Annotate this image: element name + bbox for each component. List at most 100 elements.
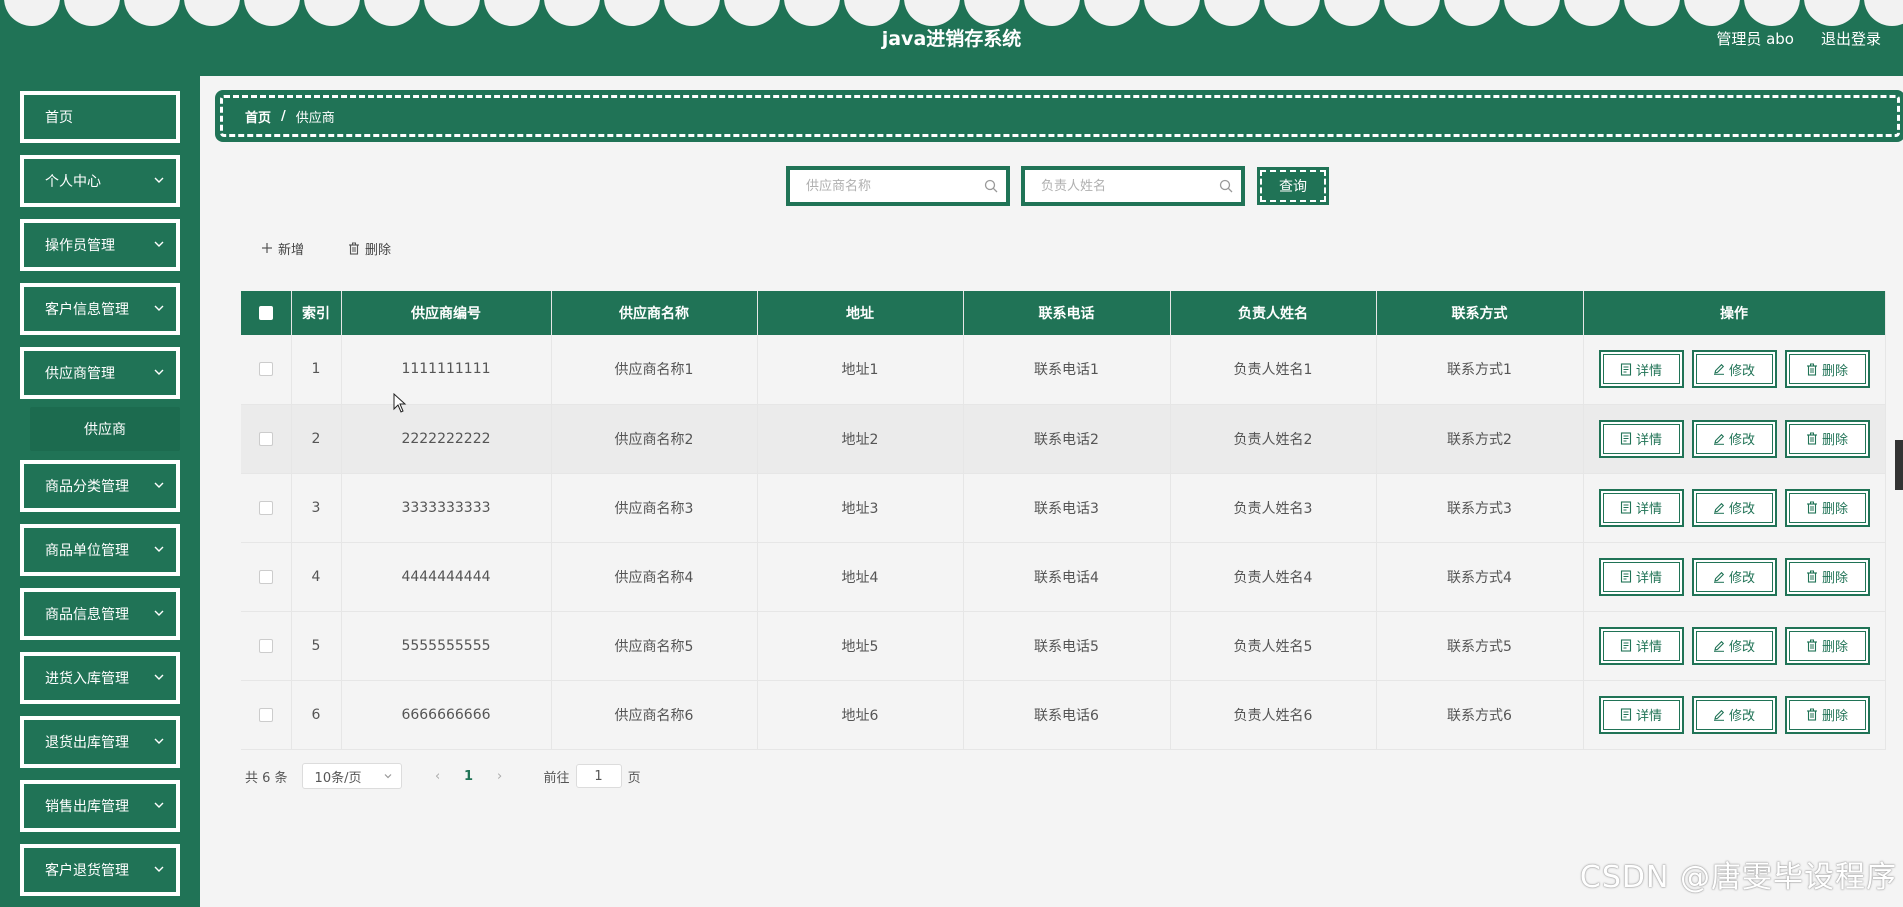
sidebar-item-customer-return[interactable]: 客户退货管理 — [20, 844, 180, 896]
edit-button-label: 修改 — [1728, 433, 1755, 448]
app-title: java进销存系统 — [881, 28, 1022, 50]
goto-page-input[interactable] — [575, 764, 622, 788]
cell-phone: 联系电话6 — [963, 680, 1171, 750]
column-header: 索引 — [291, 291, 342, 335]
detail-button[interactable]: 详情 — [1598, 695, 1684, 734]
chevron-down-icon — [154, 866, 164, 872]
plus-icon — [262, 243, 272, 253]
delete-button-label: 删除 — [1821, 571, 1848, 586]
cell-name: 供应商名称2 — [551, 404, 758, 474]
delete-button[interactable]: 删除 — [1784, 488, 1870, 527]
delete-button[interactable]: 删除 — [1784, 695, 1870, 734]
supplier-name-input[interactable] — [790, 170, 1006, 202]
scallop-shape — [1384, 0, 1440, 26]
sidebar-item-sales-out[interactable]: 销售出库管理 — [20, 780, 180, 832]
sidebar-item-home[interactable]: 首页 — [20, 91, 180, 143]
document-icon — [1620, 570, 1632, 583]
edit-button[interactable]: 修改 — [1691, 419, 1777, 458]
row-checkbox[interactable] — [258, 638, 273, 653]
column-header: 联系电话 — [963, 291, 1171, 335]
pagination-total: 共 6 条 — [245, 770, 288, 786]
sidebar-item-label: 操作员管理 — [45, 238, 115, 254]
row-checkbox[interactable] — [258, 431, 273, 446]
sidebar-item-product-info[interactable]: 商品信息管理 — [20, 588, 180, 640]
edit-button[interactable]: 修改 — [1691, 557, 1777, 596]
document-icon — [1620, 363, 1632, 376]
row-select-cell — [241, 680, 292, 750]
prev-page-button[interactable]: ‹ — [428, 769, 448, 784]
pencil-icon — [1713, 571, 1725, 583]
delete-button[interactable]: 删除 — [1784, 557, 1870, 596]
detail-button[interactable]: 详情 — [1598, 626, 1684, 665]
edit-button[interactable]: 修改 — [1691, 488, 1777, 527]
delete-button[interactable]: 删除 — [1784, 626, 1870, 665]
sidebar-item-label: 商品分类管理 — [45, 479, 129, 495]
cell-manager: 负责人姓名1 — [1170, 335, 1377, 405]
document-icon — [1620, 501, 1632, 514]
page-number[interactable]: 1 — [454, 769, 484, 784]
delete-button[interactable]: 删除 — [1784, 350, 1870, 389]
pencil-icon — [1713, 502, 1725, 514]
scallop-shape — [844, 0, 900, 26]
row-actions: 详情 修改 删除 — [1583, 680, 1886, 750]
sidebar-item-operator[interactable]: 操作员管理 — [20, 219, 180, 271]
row-checkbox[interactable] — [258, 569, 273, 584]
edit-button[interactable]: 修改 — [1691, 695, 1777, 734]
next-page-button[interactable]: › — [490, 769, 510, 784]
edit-button[interactable]: 修改 — [1691, 350, 1777, 389]
scallop-shape — [1684, 0, 1740, 26]
row-checkbox[interactable] — [258, 707, 273, 722]
select-all-checkbox[interactable] — [258, 306, 273, 320]
trash-icon — [1806, 501, 1817, 514]
table-header-row: 索引 供应商编号 供应商名称 地址 联系电话 负责人姓名 联系方式 操作 — [241, 291, 1886, 335]
scallop-shape — [4, 0, 60, 26]
sidebar-item-purchase-in[interactable]: 进货入库管理 — [20, 652, 180, 704]
sidebar-item-product-category[interactable]: 商品分类管理 — [20, 460, 180, 512]
breadcrumb-home[interactable]: 首页 — [245, 107, 271, 126]
edit-button-label: 修改 — [1728, 709, 1755, 724]
manager-name-input[interactable] — [1025, 170, 1241, 202]
scallop-shape — [304, 0, 360, 26]
scallop-shape — [1864, 0, 1903, 26]
pencil-icon — [1713, 709, 1725, 721]
page-size-select[interactable]: 10条/页 — [301, 763, 402, 789]
scallop-shape — [1084, 0, 1140, 26]
sidebar-subitem-supplier[interactable]: 供应商 — [30, 407, 180, 451]
cell-address: 地址2 — [757, 404, 964, 474]
cell-phone: 联系电话4 — [963, 542, 1171, 612]
chevron-down-icon — [154, 738, 164, 744]
cell-manager: 负责人姓名4 — [1170, 542, 1377, 612]
cell-code: 5555555555 — [341, 611, 552, 681]
sidebar-item-label: 供应商管理 — [45, 366, 115, 382]
scallop-shape — [124, 0, 180, 26]
sidebar-item-product-unit[interactable]: 商品单位管理 — [20, 524, 180, 576]
detail-button[interactable]: 详情 — [1598, 557, 1684, 596]
page-scrollbar[interactable] — [1895, 440, 1903, 490]
sidebar-item-return-out[interactable]: 退货出库管理 — [20, 716, 180, 768]
cell-manager: 负责人姓名6 — [1170, 680, 1377, 750]
query-button[interactable]: 查询 — [1257, 167, 1329, 205]
cell-address: 地址5 — [757, 611, 964, 681]
table-row: 6 6666666666 供应商名称6 地址6 联系电话6 负责人姓名6 联系方式6 详情 修改… — [241, 680, 1886, 750]
scallop-shape — [184, 0, 240, 26]
edit-button[interactable]: 修改 — [1691, 626, 1777, 665]
detail-button[interactable]: 详情 — [1598, 350, 1684, 389]
delete-button[interactable]: 删除 — [1784, 419, 1870, 458]
batch-delete-button[interactable]: 删除 — [348, 238, 391, 258]
pagination: 共 6 条 10条/页 ‹ 1 › 前往 页 — [245, 762, 641, 790]
add-button[interactable]: 新增 — [261, 238, 304, 258]
sidebar-item-label: 商品信息管理 — [45, 607, 129, 623]
sidebar-item-personal-center[interactable]: 个人中心 — [20, 155, 180, 207]
sidebar-item-customer-info[interactable]: 客户信息管理 — [20, 283, 180, 335]
detail-button[interactable]: 详情 — [1598, 488, 1684, 527]
cell-manager: 负责人姓名5 — [1170, 611, 1377, 681]
header-scallop-decoration — [0, 0, 1903, 26]
scallop-shape — [904, 0, 960, 26]
row-checkbox[interactable] — [258, 500, 273, 515]
logout-link[interactable]: 退出登录 — [1821, 28, 1881, 49]
detail-button[interactable]: 详情 — [1598, 419, 1684, 458]
sidebar-item-supplier[interactable]: 供应商管理 — [20, 347, 180, 399]
row-checkbox[interactable] — [258, 362, 273, 377]
cell-phone: 联系电话3 — [963, 473, 1171, 543]
cell-name: 供应商名称6 — [551, 680, 758, 750]
